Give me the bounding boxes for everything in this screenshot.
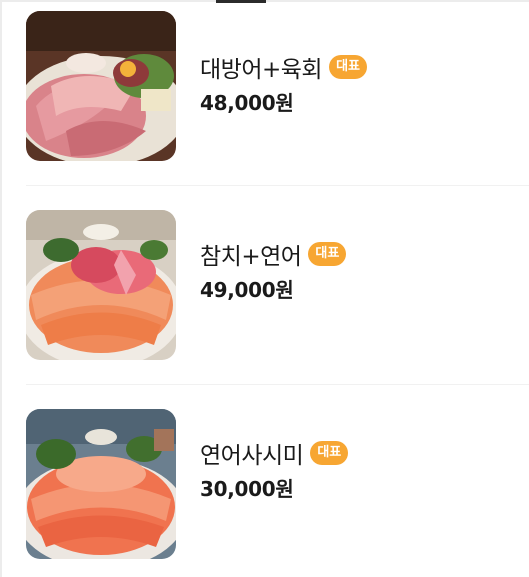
menu-item-price: 30,000원	[200, 477, 294, 501]
menu-item[interactable]: 연어사시미 대표 30,000원	[26, 385, 529, 577]
signature-badge: 대표	[310, 441, 349, 465]
menu-item-name: 대방어+육회	[200, 57, 323, 83]
menu-item-image[interactable]	[26, 210, 176, 360]
menu-page: 대방어+육회 대표 48,000원 참치+연어 대표 49,000원 연어사시미…	[0, 0, 529, 577]
menu-item-info: 참치+연어 대표 49,000원	[200, 238, 347, 303]
menu-item-image[interactable]	[26, 409, 176, 559]
menu-item-name: 참치+연어	[200, 244, 302, 270]
signature-badge: 대표	[329, 55, 367, 79]
menu-list: 대방어+육회 대표 48,000원 참치+연어 대표 49,000원 연어사시미…	[26, 0, 529, 577]
menu-item-name-row: 참치+연어 대표	[200, 238, 347, 270]
menu-item-price: 49,000원	[200, 278, 294, 302]
menu-item-info: 대방어+육회 대표 48,000원	[200, 51, 367, 116]
menu-item[interactable]: 참치+연어 대표 49,000원	[26, 186, 529, 385]
left-border	[0, 0, 2, 577]
menu-item-price: 48,000원	[200, 91, 294, 115]
menu-item-name-row: 대방어+육회 대표	[200, 51, 367, 83]
menu-item-name-row: 연어사시미 대표	[200, 437, 349, 469]
signature-badge: 대표	[308, 242, 347, 266]
menu-item-info: 연어사시미 대표 30,000원	[200, 437, 349, 502]
menu-item-image[interactable]	[26, 11, 176, 161]
menu-item-name: 연어사시미	[200, 443, 304, 469]
menu-item[interactable]: 대방어+육회 대표 48,000원	[26, 0, 529, 186]
